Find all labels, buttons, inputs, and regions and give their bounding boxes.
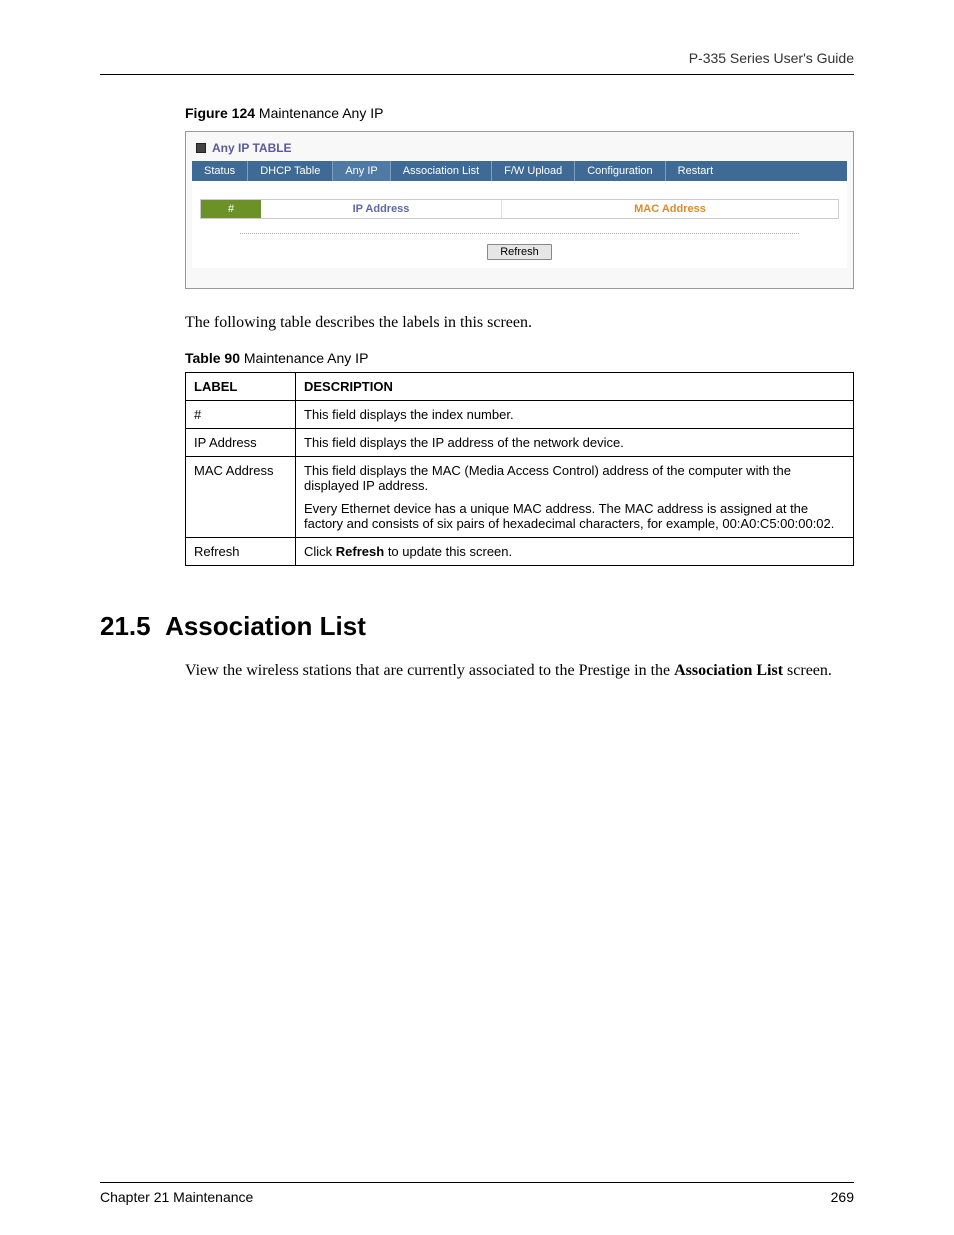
tab-association-list[interactable]: Association List [391, 161, 492, 181]
table-caption-text: Maintenance Any IP [240, 350, 368, 366]
cell-desc: Click Refresh to update this screen. [296, 538, 854, 566]
table-row: MAC Address This field displays the MAC … [186, 457, 854, 538]
text-span: Click [304, 544, 336, 559]
figure-caption-number: Figure 124 [185, 105, 255, 121]
cell-label: MAC Address [186, 457, 296, 538]
page-footer: Chapter 21 Maintenance 269 [100, 1182, 854, 1205]
col-mac-address: MAC Address [502, 200, 838, 218]
footer-page-number: 269 [831, 1189, 854, 1205]
dotted-separator [240, 233, 799, 234]
bullet-icon [196, 143, 206, 153]
figure-panel-title: Any IP TABLE [212, 141, 292, 155]
tab-dhcp-table[interactable]: DHCP Table [248, 161, 333, 181]
tab-any-ip[interactable]: Any IP [333, 161, 390, 181]
table-row: IP Address This field displays the IP ad… [186, 429, 854, 457]
intro-paragraph: The following table describes the labels… [185, 314, 854, 332]
tab-status[interactable]: Status [192, 161, 248, 181]
tab-restart[interactable]: Restart [666, 161, 847, 181]
description-table: LABEL DESCRIPTION # This field displays … [185, 372, 854, 566]
tab-fw-upload[interactable]: F/W Upload [492, 161, 575, 181]
cell-label: Refresh [186, 538, 296, 566]
cell-desc-p: This field displays the IP address of th… [304, 435, 845, 450]
table-caption-number: Table 90 [185, 350, 240, 366]
figure-panel-title-bar: Any IP TABLE [192, 138, 847, 161]
text-bold: Association List [674, 662, 783, 679]
figure-column-headers: # IP Address MAC Address [200, 199, 839, 219]
section-title: Association List [165, 611, 366, 641]
footer-chapter: Chapter 21 Maintenance [100, 1189, 253, 1205]
section-number: 21.5 [100, 611, 151, 641]
table-caption: Table 90 Maintenance Any IP [185, 350, 854, 366]
header-guide-title: P-335 Series User's Guide [100, 50, 854, 66]
figure-screenshot: Any IP TABLE Status DHCP Table Any IP As… [185, 131, 854, 289]
cell-desc-p: This field displays the index number. [304, 407, 845, 422]
cell-desc-p: Every Ethernet device has a unique MAC a… [304, 501, 845, 531]
figure-caption: Figure 124 Maintenance Any IP [185, 105, 854, 121]
th-label: LABEL [186, 373, 296, 401]
th-description: DESCRIPTION [296, 373, 854, 401]
figure-caption-text: Maintenance Any IP [255, 105, 383, 121]
figure-tabs: Status DHCP Table Any IP Association Lis… [192, 161, 847, 181]
cell-desc: This field displays the MAC (Media Acces… [296, 457, 854, 538]
footer-rule [100, 1182, 854, 1183]
text-span: screen. [783, 662, 832, 679]
cell-desc: This field displays the index number. [296, 401, 854, 429]
refresh-button[interactable]: Refresh [487, 244, 552, 260]
header-rule [100, 74, 854, 75]
cell-desc: This field displays the IP address of th… [296, 429, 854, 457]
text-span: to update this screen. [384, 544, 512, 559]
cell-desc-p: Click Refresh to update this screen. [304, 544, 845, 559]
tab-configuration[interactable]: Configuration [575, 161, 665, 181]
table-row: Refresh Click Refresh to update this scr… [186, 538, 854, 566]
cell-desc-p: This field displays the MAC (Media Acces… [304, 463, 845, 493]
text-span: View the wireless stations that are curr… [185, 662, 674, 679]
col-ip-address: IP Address [261, 200, 502, 218]
col-index: # [201, 200, 261, 218]
cell-label: IP Address [186, 429, 296, 457]
text-bold: Refresh [336, 544, 384, 559]
section-heading: 21.5 Association List [100, 611, 854, 642]
table-row: # This field displays the index number. [186, 401, 854, 429]
section-body: View the wireless stations that are curr… [185, 662, 854, 680]
cell-label: # [186, 401, 296, 429]
figure-inner: # IP Address MAC Address Refresh [192, 181, 847, 268]
